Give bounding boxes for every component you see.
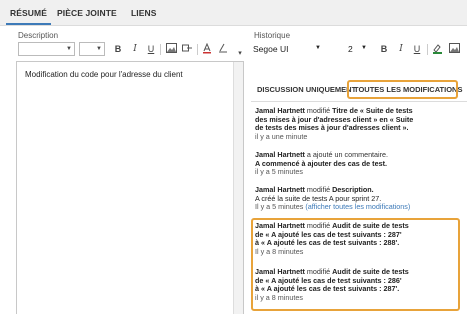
tab-piece-jointe[interactable]: PIÈCE JOINTE — [57, 8, 117, 18]
history-tabs-divider — [251, 101, 467, 102]
history-size-select[interactable]: 2 — [348, 44, 353, 54]
description-label: Description — [18, 31, 59, 40]
entry-line: Audit de suite de tests — [332, 267, 409, 276]
entry-action: modifié — [304, 267, 333, 276]
text-format-icon[interactable] — [201, 42, 213, 57]
insert-link-icon[interactable] — [181, 43, 193, 56]
toolbar-separator — [427, 44, 428, 55]
highlight-color-icon[interactable] — [431, 43, 443, 57]
description-scrollbar[interactable] — [233, 62, 243, 314]
entry-line: Titre de « Suite de tests — [332, 106, 413, 115]
tab-liens[interactable]: LIENS — [131, 8, 157, 18]
entry-line: Description. — [332, 185, 374, 194]
entry-time: il y a une minute — [255, 131, 308, 141]
font-family-select[interactable]: ▼ — [18, 42, 75, 56]
entry-line: Audit de suite de tests — [332, 221, 409, 230]
history-entry: Jamal Hartnett modifié Titre de « Suite … — [255, 106, 455, 141]
history-entry: Jamal Hartnett modifié Audit de suite de… — [255, 221, 455, 256]
clear-format-icon[interactable] — [217, 43, 229, 56]
author-name[interactable]: Jamal Hartnett — [255, 267, 305, 276]
italic-icon[interactable]: I — [129, 43, 141, 55]
author-name[interactable]: Jamal Hartnett — [255, 185, 305, 194]
entry-action: modifié — [304, 185, 333, 194]
entry-action: modifié — [304, 106, 333, 115]
history-font-select[interactable]: Segoe UI — [253, 44, 288, 54]
entry-time: il y a 5 minutes — [255, 167, 303, 177]
history-label: Historique — [254, 31, 291, 40]
description-text: Modification du code pour l'adresse du c… — [25, 70, 183, 79]
entry-time: Il y a 8 minutes — [255, 246, 304, 256]
history-entry: Jamal Hartnett a ajouté un commentaire. … — [255, 150, 455, 177]
chevron-down-icon[interactable]: ▼ — [315, 45, 321, 51]
italic-icon[interactable]: I — [395, 43, 407, 55]
show-all-changes-link[interactable]: (afficher toutes les modifications) — [305, 202, 410, 211]
entry-time: Il y a 5 minutes — [255, 202, 304, 212]
insert-image-icon[interactable] — [448, 43, 460, 56]
history-entry: Jamal Hartnett modifié Description. A cr… — [255, 185, 455, 212]
author-name[interactable]: Jamal Hartnett — [255, 106, 305, 115]
history-entry: Jamal Hartnett modifié Audit de suite de… — [255, 267, 455, 302]
underline-icon[interactable]: U — [145, 43, 157, 55]
bold-icon[interactable]: B — [112, 43, 124, 55]
tab-discussion-only[interactable]: DISCUSSION UNIQUEMENT — [257, 85, 356, 94]
chevron-down-icon[interactable]: ▼ — [361, 45, 367, 51]
entry-action: a ajouté un commentaire. — [304, 150, 389, 159]
all-changes-tab-highlight — [347, 80, 458, 99]
author-name[interactable]: Jamal Hartnett — [255, 221, 305, 230]
insert-image-icon[interactable] — [165, 43, 177, 56]
entry-time: il y a 8 minutes — [255, 292, 303, 302]
more-options-icon[interactable]: ▾ — [234, 48, 246, 60]
bold-icon[interactable]: B — [378, 43, 390, 55]
font-size-select[interactable]: ▼ — [79, 42, 105, 56]
work-item-tabs: RÉSUMÉ PIÈCE JOINTE LIENS — [0, 0, 467, 26]
toolbar-separator — [160, 44, 161, 55]
history-panel: DISCUSSION UNIQUEMENT TOUTES LES MODIFIC… — [251, 61, 467, 314]
chevron-down-icon: ▼ — [66, 46, 72, 52]
description-toolbar: ▼ ▼ B I U ▾ — [16, 42, 246, 58]
history-toolbar: Segoe UI ▼ 2 ▼ B I U — [251, 42, 467, 58]
toolbar-separator — [197, 44, 198, 55]
chevron-down-icon: ▼ — [96, 46, 102, 52]
author-name[interactable]: Jamal Hartnett — [255, 150, 305, 159]
underline-icon[interactable]: U — [411, 43, 423, 55]
entry-action: modifié — [304, 221, 333, 230]
tab-resume[interactable]: RÉSUMÉ — [6, 8, 51, 25]
description-editor[interactable]: Modification du code pour l'adresse du c… — [16, 61, 244, 314]
